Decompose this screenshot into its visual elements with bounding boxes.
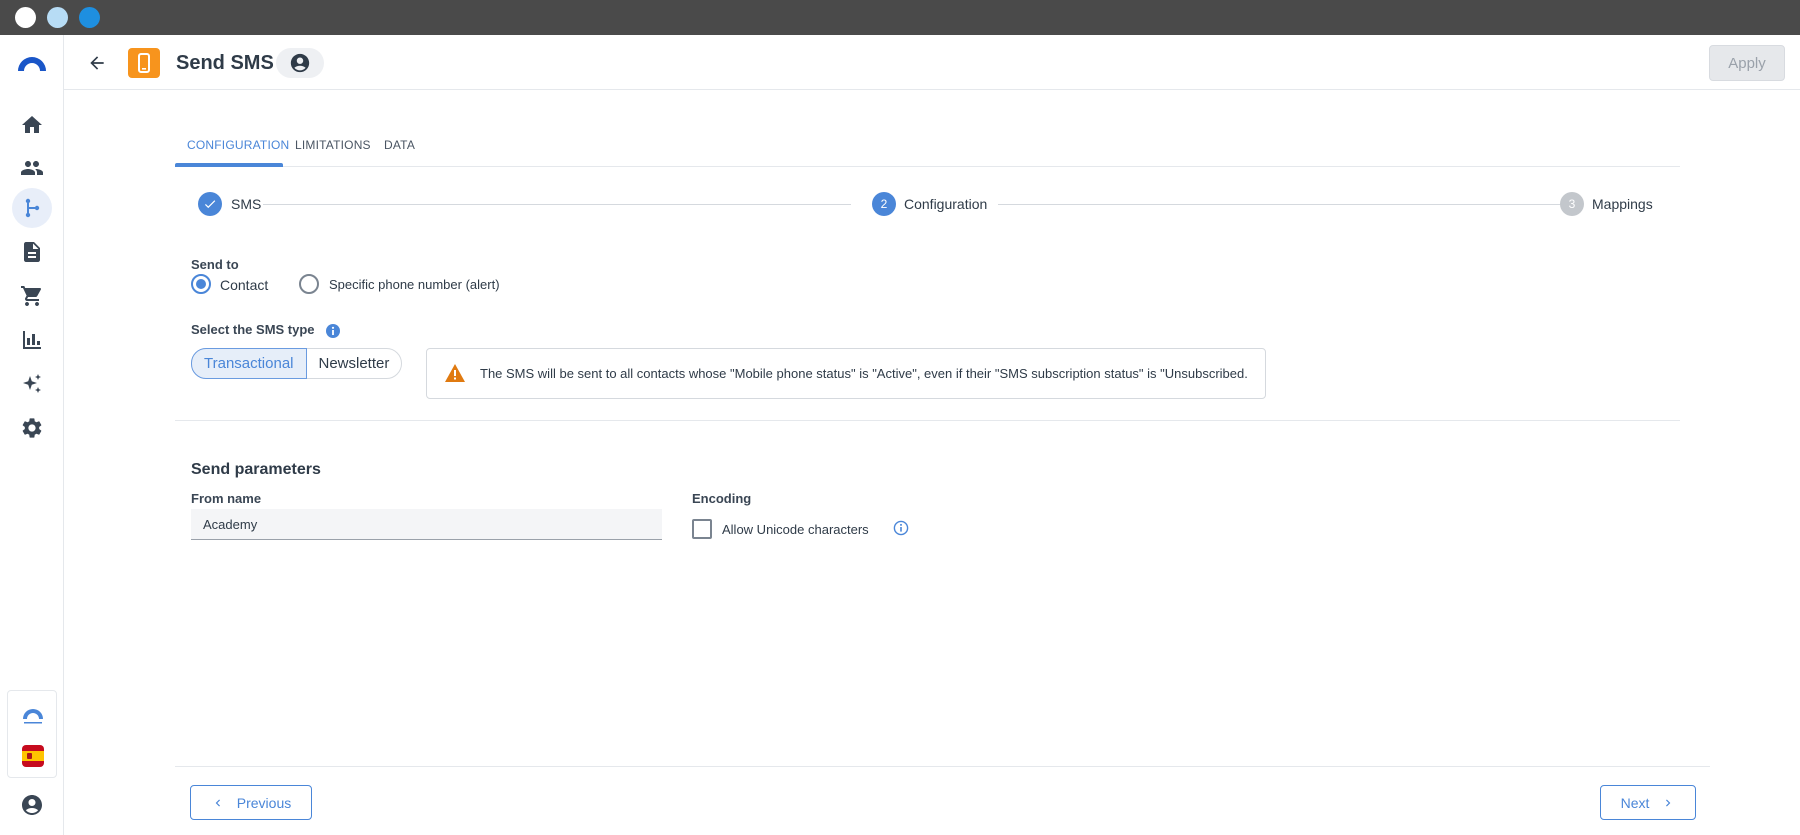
brand-logo-icon[interactable] bbox=[16, 53, 48, 73]
back-button[interactable] bbox=[84, 50, 110, 76]
sidebar-item-workflow[interactable] bbox=[12, 188, 52, 228]
sms-type-newsletter[interactable]: Newsletter bbox=[307, 349, 402, 378]
section-divider bbox=[175, 420, 1680, 421]
apply-button[interactable]: Apply bbox=[1709, 45, 1785, 81]
allow-unicode-label[interactable]: Allow Unicode characters bbox=[722, 522, 869, 537]
next-button-label: Next bbox=[1620, 794, 1650, 811]
window-titlebar bbox=[0, 0, 1800, 35]
warning-text: The SMS will be sent to all contacts who… bbox=[480, 366, 1248, 381]
step-connector bbox=[263, 204, 851, 205]
active-tab-indicator bbox=[175, 163, 283, 167]
send-to-label: Send to bbox=[191, 257, 239, 272]
warning-icon bbox=[445, 364, 465, 382]
sidebar bbox=[0, 35, 64, 835]
info-icon[interactable] bbox=[325, 323, 341, 339]
step-2-circle[interactable]: 2 bbox=[872, 192, 896, 216]
info-outline-icon[interactable] bbox=[893, 520, 909, 536]
sms-type-transactional[interactable]: Transactional bbox=[191, 348, 307, 379]
window-maximize-dot[interactable] bbox=[79, 7, 100, 28]
bar-chart-icon bbox=[23, 331, 41, 349]
stepper: SMS 2 Configuration 3 Mappings bbox=[198, 192, 1653, 218]
from-name-label: From name bbox=[191, 491, 262, 506]
window-minimize-dot[interactable] bbox=[47, 7, 68, 28]
from-name-input[interactable] bbox=[191, 509, 662, 540]
send-parameters-title: Send parameters bbox=[191, 461, 321, 478]
window-close-dot[interactable] bbox=[15, 7, 36, 28]
account-circle-icon bbox=[290, 53, 310, 73]
arrow-left-icon bbox=[90, 56, 104, 70]
step-3-circle[interactable]: 3 bbox=[1560, 192, 1584, 216]
sidebar-item-settings[interactable] bbox=[12, 408, 52, 448]
footer-divider bbox=[175, 766, 1710, 767]
chevron-left-icon bbox=[215, 799, 220, 806]
next-button[interactable]: Next bbox=[1600, 785, 1696, 820]
mobile-phone-icon bbox=[138, 53, 150, 73]
tab-bar: CONFIGURATION LIMITATIONS DATA bbox=[175, 128, 1680, 167]
page-title: Send SMS bbox=[176, 52, 274, 74]
tab-data[interactable]: DATA bbox=[384, 138, 415, 152]
radio-specific-phone-label[interactable]: Specific phone number (alert) bbox=[329, 277, 500, 292]
sidebar-item-home[interactable] bbox=[12, 105, 52, 145]
sparkle-icon bbox=[23, 374, 41, 393]
document-icon bbox=[24, 242, 40, 262]
gear-icon bbox=[22, 418, 42, 438]
sidebar-item-reports[interactable] bbox=[12, 320, 52, 360]
owner-button[interactable] bbox=[276, 48, 324, 78]
sidebar-item-cart[interactable] bbox=[12, 276, 52, 316]
radio-contact[interactable] bbox=[191, 274, 211, 294]
step-2-label: Configuration bbox=[904, 196, 988, 212]
spain-flag-icon[interactable] bbox=[22, 745, 44, 767]
step-1-circle[interactable] bbox=[198, 192, 222, 216]
step-connector bbox=[998, 204, 1572, 205]
radio-contact-label[interactable]: Contact bbox=[220, 277, 268, 293]
tab-configuration[interactable]: CONFIGURATION bbox=[187, 138, 289, 152]
step-3-label: Mappings bbox=[1592, 196, 1653, 212]
sms-type-label: Select the SMS type bbox=[191, 322, 315, 337]
allow-unicode-checkbox[interactable] bbox=[692, 519, 712, 539]
sidebar-bottom-box bbox=[7, 690, 57, 778]
warning-banner: The SMS will be sent to all contacts who… bbox=[426, 348, 1266, 399]
sidebar-item-ai[interactable] bbox=[12, 364, 52, 404]
step-1-label: SMS bbox=[231, 196, 262, 212]
sms-type-toggle: Transactional Newsletter bbox=[191, 348, 403, 379]
check-icon bbox=[204, 200, 216, 209]
cart-icon bbox=[21, 286, 42, 306]
contacts-icon bbox=[21, 161, 43, 175]
secondary-logo-icon[interactable] bbox=[21, 705, 45, 725]
sidebar-item-contacts[interactable] bbox=[12, 148, 52, 188]
previous-button-label: Previous bbox=[236, 794, 292, 811]
chevron-right-icon bbox=[1666, 799, 1671, 806]
home-icon bbox=[22, 116, 42, 133]
workflow-icon bbox=[25, 198, 40, 218]
sms-app-icon bbox=[128, 48, 160, 78]
encoding-label: Encoding bbox=[692, 491, 752, 506]
user-account-icon[interactable] bbox=[20, 793, 44, 817]
page-header: Send SMS Apply bbox=[64, 35, 1800, 90]
tab-limitations[interactable]: LIMITATIONS bbox=[295, 138, 371, 152]
radio-specific-phone[interactable] bbox=[299, 274, 319, 294]
previous-button[interactable]: Previous bbox=[190, 785, 312, 820]
sidebar-item-documents[interactable] bbox=[12, 232, 52, 272]
